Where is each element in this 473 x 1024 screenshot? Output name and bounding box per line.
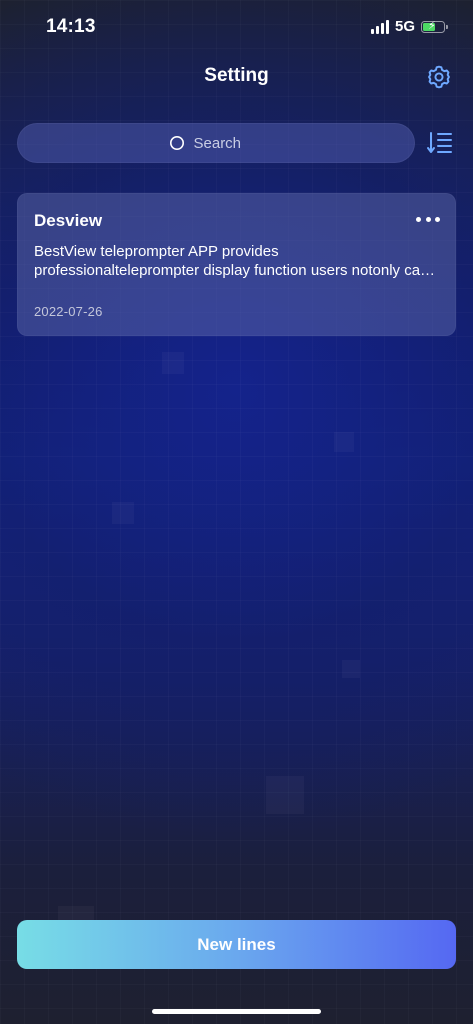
background-decor bbox=[266, 776, 304, 814]
search-icon bbox=[169, 136, 184, 150]
search-input[interactable] bbox=[193, 134, 264, 152]
more-options-button[interactable] bbox=[416, 214, 440, 224]
search-bar[interactable] bbox=[17, 123, 415, 163]
status-time: 14:13 bbox=[46, 16, 96, 37]
settings-button[interactable] bbox=[426, 64, 452, 90]
more-dots-icon bbox=[435, 216, 440, 222]
status-indicators: 5G ⚡ bbox=[370, 18, 448, 35]
status-bar: 14:13 5G ⚡ bbox=[0, 0, 473, 54]
sort-list-icon bbox=[427, 132, 452, 153]
network-label: 5G bbox=[394, 18, 415, 35]
signal-icon bbox=[370, 19, 389, 34]
sort-button[interactable] bbox=[426, 130, 454, 156]
background-decor bbox=[334, 432, 354, 452]
background-decor bbox=[342, 660, 360, 678]
background-decor bbox=[112, 502, 134, 524]
more-dots-icon bbox=[425, 216, 431, 222]
more-dots-icon bbox=[416, 216, 421, 222]
battery-icon: ⚡ bbox=[421, 20, 448, 33]
header: Setting bbox=[0, 54, 473, 100]
home-indicator bbox=[152, 1009, 321, 1014]
page-title: Setting bbox=[204, 65, 269, 86]
new-lines-button[interactable]: New lines bbox=[17, 920, 456, 969]
background-decor bbox=[162, 352, 184, 374]
gear-icon bbox=[428, 65, 450, 89]
script-date: 2022-07-26 bbox=[34, 304, 103, 319]
script-card[interactable]: Desview BestView teleprompter APP provid… bbox=[17, 193, 456, 336]
script-preview: BestView teleprompter APP provides profe… bbox=[34, 243, 429, 279]
script-title: Desview bbox=[34, 211, 103, 230]
